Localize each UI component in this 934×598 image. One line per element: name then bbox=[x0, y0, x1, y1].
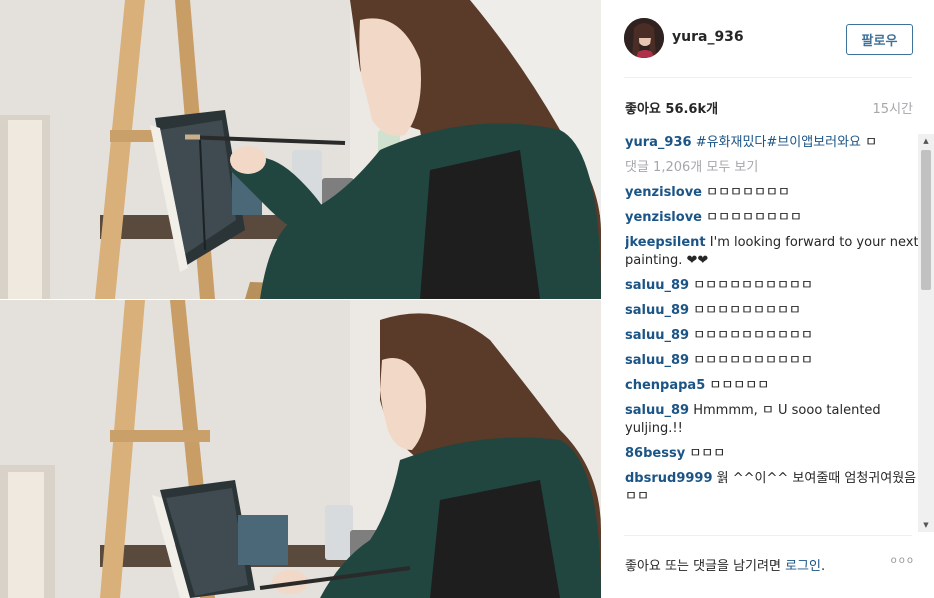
scroll-down-arrow-icon[interactable]: ▼ bbox=[918, 518, 934, 532]
comment-item: yenzislove ㅁㅁㅁㅁㅁㅁㅁ bbox=[625, 184, 921, 202]
comment-username[interactable]: saluu_89 bbox=[625, 328, 689, 343]
comment-text: ㅁㅁㅁㅁㅁ bbox=[709, 378, 770, 393]
comment-item: jkeepsilent I'm looking forward to your … bbox=[625, 234, 921, 270]
header-divider bbox=[624, 77, 912, 78]
post-username[interactable]: yura_936 bbox=[672, 29, 744, 45]
comment-item: saluu_89 ㅁㅁㅁㅁㅁㅁㅁㅁㅁ bbox=[625, 302, 921, 320]
comment-username[interactable]: yenzislove bbox=[625, 185, 702, 200]
comment-item: chenpapa5 ㅁㅁㅁㅁㅁ bbox=[625, 377, 921, 395]
scrollbar-thumb[interactable] bbox=[921, 150, 931, 290]
comment-item: saluu_89 ㅁㅁㅁㅁㅁㅁㅁㅁㅁㅁ bbox=[625, 327, 921, 345]
comment-username[interactable]: chenpapa5 bbox=[625, 378, 705, 393]
scroll-up-arrow-icon[interactable]: ▲ bbox=[918, 134, 934, 148]
avatar[interactable] bbox=[624, 18, 664, 58]
painting-scene-bottom bbox=[0, 300, 601, 598]
post-sidebar: yura_936 팔로우 좋아요 56.6k개 15시간 yura_936 #유… bbox=[601, 0, 934, 598]
comment-text: ㅁㅁㅁㅁㅁㅁㅁㅁㅁㅁ bbox=[693, 353, 813, 368]
caption-username[interactable]: yura_936 bbox=[625, 135, 692, 150]
comment-item: 86bessy ㅁㅁㅁ bbox=[625, 445, 921, 463]
login-prompt: 좋아요 또는 댓글을 남기려면 로그인. ooo bbox=[625, 555, 915, 575]
follow-button[interactable]: 팔로우 bbox=[846, 24, 913, 55]
comment-username[interactable]: saluu_89 bbox=[625, 353, 689, 368]
comment-item: dbsrud9999 웕 ^^이^^ 보여줄때 엄청귀여웠음ㅁㅁ bbox=[625, 470, 921, 506]
comment-list[interactable]: yura_936 #유화재밌다#브이앱보러와요 ㅁ 댓글 1,206개 모두 보… bbox=[625, 134, 921, 530]
login-link[interactable]: 로그인 bbox=[785, 559, 821, 574]
avatar-image bbox=[624, 18, 664, 58]
comment-username[interactable]: yenzislove bbox=[625, 210, 702, 225]
footer-divider bbox=[624, 535, 912, 536]
comment-text: ㅁㅁㅁ bbox=[689, 446, 726, 461]
comment-username[interactable]: saluu_89 bbox=[625, 403, 689, 418]
comment-text: ㅁㅁㅁㅁㅁㅁㅁㅁㅁㅁ bbox=[693, 278, 813, 293]
login-prompt-text: 좋아요 또는 댓글을 남기려면 bbox=[625, 559, 786, 574]
comment-username[interactable]: saluu_89 bbox=[625, 278, 689, 293]
comment-username[interactable]: 86bessy bbox=[625, 446, 685, 461]
more-options-icon[interactable]: ooo bbox=[891, 555, 915, 566]
comment-username[interactable]: dbsrud9999 bbox=[625, 471, 713, 486]
comment-text: ㅁㅁㅁㅁㅁㅁㅁㅁㅁ bbox=[693, 303, 801, 318]
comment-username[interactable]: saluu_89 bbox=[625, 303, 689, 318]
view-all-comments-link[interactable]: 댓글 1,206개 모두 보기 bbox=[625, 159, 921, 177]
post-photo[interactable] bbox=[0, 0, 601, 598]
post-time[interactable]: 15시간 bbox=[873, 98, 913, 117]
caption-tail: ㅁ bbox=[865, 135, 878, 150]
login-prompt-period: . bbox=[820, 559, 826, 574]
caption: yura_936 #유화재밌다#브이앱보러와요 ㅁ bbox=[625, 134, 921, 152]
comment-item: saluu_89 ㅁㅁㅁㅁㅁㅁㅁㅁㅁㅁ bbox=[625, 277, 921, 295]
painting-scene-top bbox=[0, 0, 601, 299]
comment-text: ㅁㅁㅁㅁㅁㅁㅁㅁㅁㅁ bbox=[693, 328, 813, 343]
post-stats: 좋아요 56.6k개 15시간 bbox=[625, 98, 913, 118]
caption-hashtags[interactable]: #유화재밌다#브이앱보러와요 bbox=[696, 135, 861, 150]
photo-frame-top bbox=[0, 0, 601, 299]
comment-scrollbar[interactable]: ▲ ▼ bbox=[918, 134, 934, 532]
post-header: yura_936 팔로우 bbox=[601, 0, 934, 78]
comment-text: ㅁㅁㅁㅁㅁㅁㅁ bbox=[706, 185, 790, 200]
comment-username[interactable]: jkeepsilent bbox=[625, 235, 706, 250]
comment-item: saluu_89 Hmmmm, ㅁ U sooo talented yuljin… bbox=[625, 402, 921, 438]
comment-item: yenzislove ㅁㅁㅁㅁㅁㅁㅁㅁ bbox=[625, 209, 921, 227]
comment-text: ㅁㅁㅁㅁㅁㅁㅁㅁ bbox=[706, 210, 802, 225]
photo-frame-bottom bbox=[0, 300, 601, 598]
comment-item: saluu_89 ㅁㅁㅁㅁㅁㅁㅁㅁㅁㅁ bbox=[625, 352, 921, 370]
likes-count[interactable]: 좋아요 56.6k개 bbox=[625, 98, 718, 117]
